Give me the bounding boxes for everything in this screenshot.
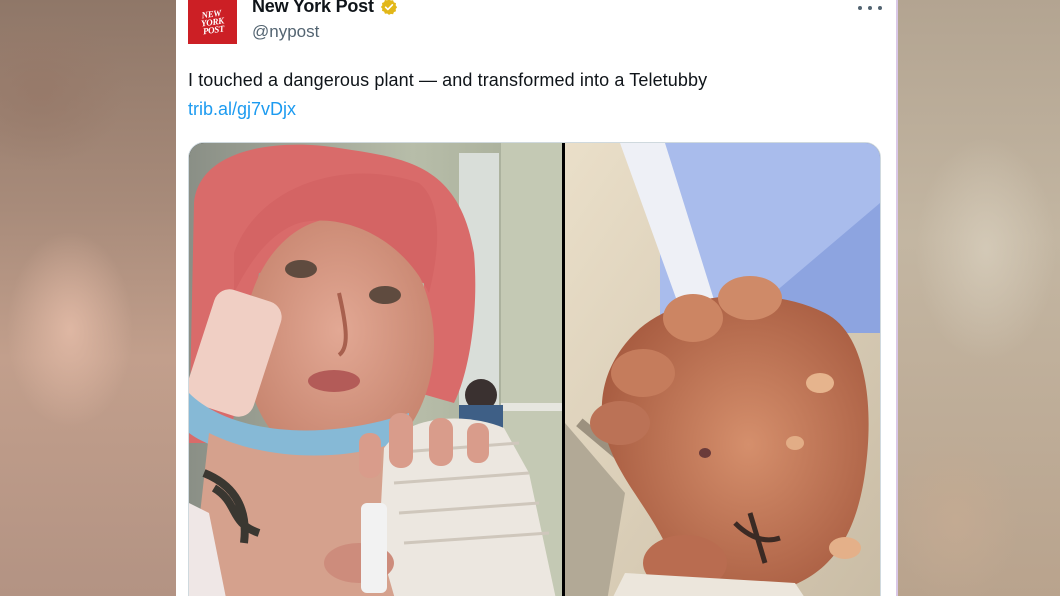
photo-hand[interactable] <box>565 143 880 596</box>
blurred-backdrop-left <box>0 0 176 596</box>
tweet-header: NEW YORK POST New York Post @nypost <box>188 0 884 50</box>
tweet-card: NEW YORK POST New York Post @nypost I to… <box>176 0 898 596</box>
tweet-link[interactable]: trib.al/gj7vDjx <box>188 99 296 120</box>
tweet-text: I touched a dangerous plant — and transf… <box>188 70 708 90</box>
video-frame: NEW YORK POST New York Post @nypost I to… <box>0 0 1060 596</box>
display-name[interactable]: New York Post <box>252 0 374 17</box>
hand-image <box>565 143 880 596</box>
handle[interactable]: @nypost <box>252 22 319 42</box>
verified-badge-icon <box>380 0 397 15</box>
photo-selfie[interactable] <box>189 143 562 596</box>
name-row: New York Post <box>252 0 398 17</box>
avatar[interactable]: NEW YORK POST <box>188 0 237 44</box>
selfie-image <box>189 143 562 596</box>
blurred-backdrop-right <box>896 0 1060 596</box>
media-grid <box>188 142 881 596</box>
avatar-logo-text: NEW YORK POST <box>200 7 225 37</box>
more-options-icon[interactable] <box>858 2 882 14</box>
